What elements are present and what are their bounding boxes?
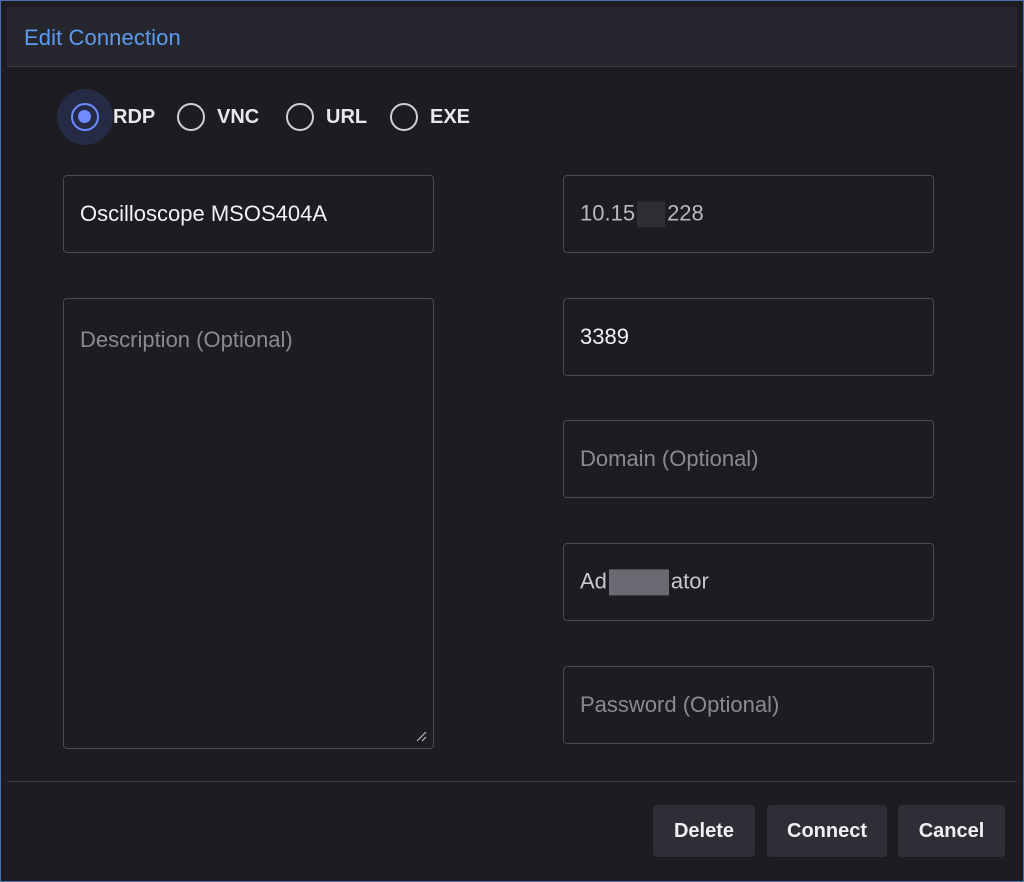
name-field[interactable]: Oscilloscope MSOS404A [63,175,434,253]
dialog-titlebar: Edit Connection [7,7,1017,67]
redacted-mask [608,569,669,596]
radio-vnc-label: VNC [217,105,260,128]
radio-exe-indicator [390,89,420,145]
radio-rdp-label: RDP [113,105,156,128]
port-field-value: 3389 [580,324,629,349]
port-field[interactable]: 3389 [563,298,934,376]
radio-url-label: URL [326,105,368,128]
radio-vnc[interactable]: VNC [177,89,259,145]
footer-divider [7,781,1017,782]
cancel-button[interactable]: Cancel [898,805,1005,857]
username-field-value: Ad ator [580,568,709,596]
password-field[interactable]: Password (Optional) [563,666,934,744]
radio-vnc-indicator [177,89,207,145]
domain-field[interactable]: Domain (Optional) [563,420,934,498]
radio-exe-label: EXE [430,105,471,128]
name-field-value: Oscilloscope MSOS404A [80,201,327,226]
resize-handle-icon[interactable] [415,730,427,742]
radio-rdp[interactable]: RDP [57,89,155,145]
delete-button[interactable]: Delete [653,805,755,857]
description-placeholder: Description (Optional) [80,327,293,352]
redacted-mask [637,201,666,228]
password-placeholder: Password (Optional) [580,692,780,717]
radio-exe[interactable]: EXE [390,89,470,145]
domain-placeholder: Domain (Optional) [580,446,759,471]
description-textarea[interactable]: Description (Optional) [63,298,434,749]
host-field[interactable]: 10.15 228 [563,175,934,253]
radio-rdp-indicator [57,89,113,145]
radio-url[interactable]: URL [286,89,367,145]
username-field[interactable]: Ad ator [563,543,934,621]
connect-button[interactable]: Connect [767,805,887,857]
dialog-title: Edit Connection [24,25,181,50]
host-field-value: 10.15 228 [580,200,704,228]
edit-connection-dialog: Edit Connection RDP VNC URL EXE Oscillos… [0,0,1024,882]
radio-url-indicator [286,89,316,145]
